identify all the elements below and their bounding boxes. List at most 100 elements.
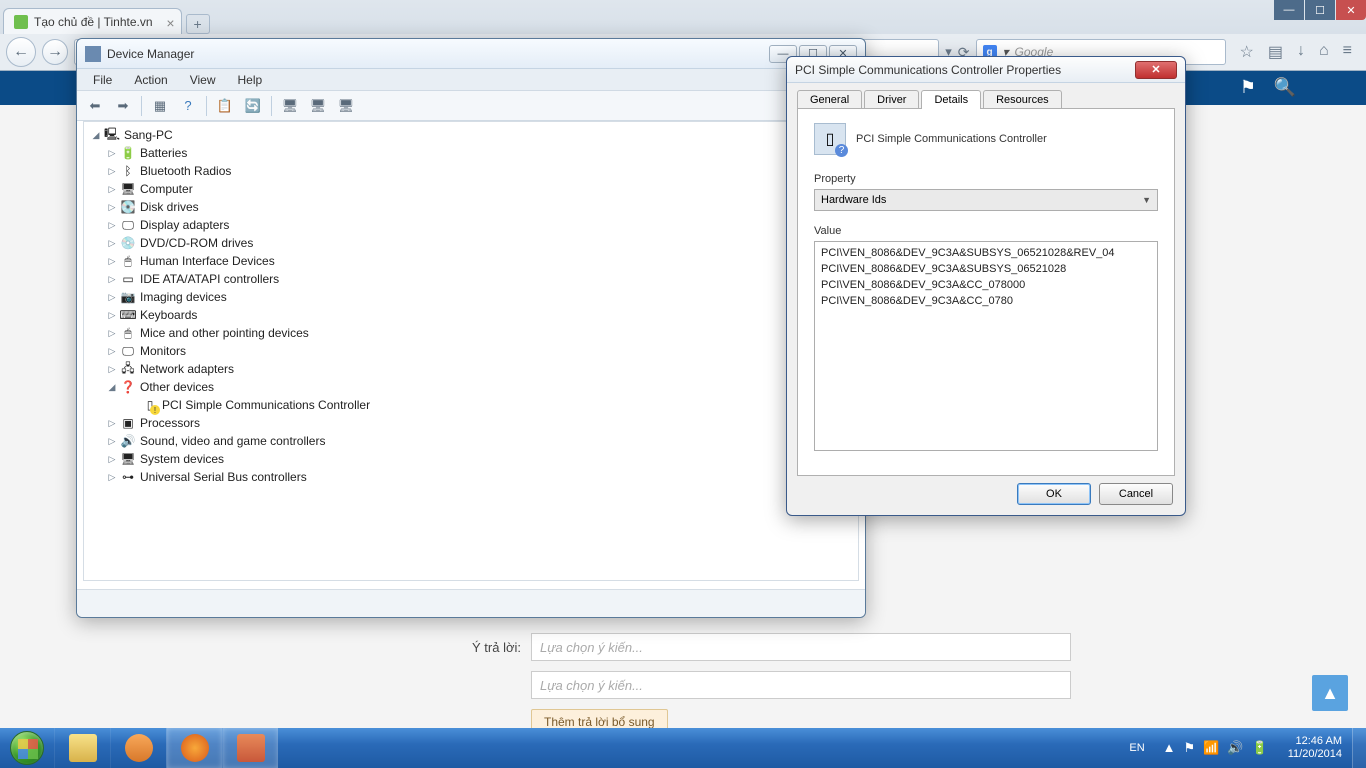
opinion-input-2[interactable]: Lựa chọn ý kiến... <box>531 671 1071 699</box>
menu-file[interactable]: File <box>83 71 122 89</box>
hardware-id-value[interactable]: PCI\VEN_8086&DEV_9C3A&SUBSYS_06521028 <box>821 261 1151 277</box>
language-indicator[interactable]: EN <box>1121 742 1152 754</box>
show-desktop-button[interactable] <box>1352 728 1366 768</box>
tb-uninstall-icon[interactable]: 🖥 <box>308 96 328 116</box>
tray-flag-icon[interactable]: ▲ <box>1163 740 1176 756</box>
tray-network-icon[interactable]: 📶 <box>1203 740 1219 756</box>
search-icon[interactable]: 🔍 <box>1274 77 1296 98</box>
value-listbox[interactable]: PCI\VEN_8086&DEV_9C3A&SUBSYS_06521028&RE… <box>814 241 1158 451</box>
expand-icon[interactable]: ▷ <box>106 219 118 231</box>
tree-device-item[interactable]: ▯!PCI Simple Communications Controller <box>84 396 858 414</box>
expand-icon[interactable]: ◢ <box>106 381 118 393</box>
tree-category[interactable]: ▷🔋Batteries <box>84 144 858 162</box>
expand-icon[interactable]: ▷ <box>106 363 118 375</box>
taskbar-mmc[interactable] <box>222 728 278 768</box>
reader-icon[interactable]: ▤ <box>1268 42 1283 62</box>
system-tray[interactable]: ▲ ⚑ 📶 🔊 🔋 <box>1153 740 1278 756</box>
prop-titlebar[interactable]: PCI Simple Communications Controller Pro… <box>787 57 1185 83</box>
expand-icon[interactable]: ▷ <box>106 147 118 159</box>
tab-close-icon[interactable]: × <box>166 15 174 31</box>
expand-icon[interactable]: ▷ <box>106 255 118 267</box>
expand-icon[interactable]: ▷ <box>106 165 118 177</box>
taskbar-explorer[interactable] <box>54 728 110 768</box>
expand-icon[interactable]: ▷ <box>106 345 118 357</box>
hardware-id-value[interactable]: PCI\VEN_8086&DEV_9C3A&CC_078000 <box>821 277 1151 293</box>
browser-tab[interactable]: Tạo chủ đề | Tinhte.vn × <box>3 8 182 34</box>
device-label: PCI Simple Communications Controller <box>856 133 1047 145</box>
tb-disable-icon[interactable]: 🖥 <box>336 96 356 116</box>
tab-general[interactable]: General <box>797 90 862 109</box>
minimize-button[interactable]: — <box>1274 0 1304 20</box>
property-dropdown[interactable]: Hardware Ids ▼ <box>814 189 1158 211</box>
opinion-input-1[interactable]: Lựa chọn ý kiến... <box>531 633 1071 661</box>
hardware-id-value[interactable]: PCI\VEN_8086&DEV_9C3A&CC_0780 <box>821 293 1151 309</box>
tray-action-icon[interactable]: ⚑ <box>1184 740 1196 756</box>
bookmark-icon[interactable]: ☆ <box>1240 42 1254 62</box>
scroll-top-button[interactable]: ▲ <box>1312 675 1348 711</box>
tb-forward-icon[interactable]: ➡ <box>113 96 133 116</box>
back-button[interactable]: ← <box>6 37 36 67</box>
expand-icon[interactable]: ▷ <box>106 453 118 465</box>
start-button[interactable] <box>0 728 54 768</box>
tray-battery-icon[interactable]: 🔋 <box>1252 740 1268 756</box>
expand-icon[interactable]: ▷ <box>106 435 118 447</box>
tree-category[interactable]: ▷▣Processors <box>84 414 858 432</box>
downloads-icon[interactable]: ↓ <box>1297 42 1305 62</box>
expand-icon[interactable]: ▷ <box>106 183 118 195</box>
tree-category[interactable]: ▷⊶Universal Serial Bus controllers <box>84 468 858 486</box>
expand-icon[interactable]: ▷ <box>106 291 118 303</box>
tab-resources[interactable]: Resources <box>983 90 1062 109</box>
menu-help[interactable]: Help <box>228 71 273 89</box>
tree-category[interactable]: ▷ᛒBluetooth Radios <box>84 162 858 180</box>
tree-category[interactable]: ▷🖵Monitors <box>84 342 858 360</box>
menu-action[interactable]: Action <box>124 71 177 89</box>
maximize-button[interactable]: ☐ <box>1305 0 1335 20</box>
prop-close-button[interactable]: ✕ <box>1135 61 1177 79</box>
tree-category[interactable]: ▷🖧Network adapters <box>84 360 858 378</box>
tree-category[interactable]: ▷💽Disk drives <box>84 198 858 216</box>
expand-icon[interactable]: ▷ <box>106 417 118 429</box>
expand-icon[interactable]: ▷ <box>106 237 118 249</box>
tree-category[interactable]: ▷⌨Keyboards <box>84 306 858 324</box>
cancel-button[interactable]: Cancel <box>1099 483 1173 505</box>
tb-update-driver-icon[interactable]: 🖥 <box>280 96 300 116</box>
expand-icon[interactable]: ▷ <box>106 471 118 483</box>
tree-category[interactable]: ▷🖥System devices <box>84 450 858 468</box>
tree-category[interactable]: ▷▭IDE ATA/ATAPI controllers <box>84 270 858 288</box>
menu-view[interactable]: View <box>180 71 226 89</box>
device-tree[interactable]: ◢ 🖳 Sang-PC ▷🔋Batteries▷ᛒBluetooth Radio… <box>83 121 859 581</box>
tb-back-icon[interactable]: ⬅ <box>85 96 105 116</box>
menu-icon[interactable]: ≡ <box>1343 42 1352 62</box>
home-icon[interactable]: ⌂ <box>1319 42 1329 62</box>
tb-scan-icon[interactable]: 🔄 <box>243 96 263 116</box>
taskbar-wmp[interactable] <box>110 728 166 768</box>
expand-icon[interactable]: ▷ <box>106 273 118 285</box>
expand-icon[interactable]: ▷ <box>106 327 118 339</box>
tab-details[interactable]: Details <box>921 90 981 109</box>
tray-volume-icon[interactable]: 🔊 <box>1227 740 1243 756</box>
tab-driver[interactable]: Driver <box>864 90 919 109</box>
forward-button[interactable]: → <box>42 39 68 65</box>
tree-category[interactable]: ▷🖵Display adapters <box>84 216 858 234</box>
tb-show-hide-icon[interactable]: ▦ <box>150 96 170 116</box>
close-button[interactable]: ✕ <box>1336 0 1366 20</box>
tb-help-icon[interactable]: ? <box>178 96 198 116</box>
tb-properties-icon[interactable]: 📋 <box>215 96 235 116</box>
clock[interactable]: 12:46 AM 11/20/2014 <box>1278 735 1352 761</box>
tree-category[interactable]: ▷💿DVD/CD-ROM drives <box>84 234 858 252</box>
tree-category[interactable]: ▷🖱Human Interface Devices <box>84 252 858 270</box>
tree-category[interactable]: ◢❓Other devices <box>84 378 858 396</box>
tree-category[interactable]: ▷🖥Computer <box>84 180 858 198</box>
taskbar-firefox[interactable] <box>166 728 222 768</box>
tree-category[interactable]: ▷📷Imaging devices <box>84 288 858 306</box>
expand-icon[interactable]: ▷ <box>106 309 118 321</box>
tree-category[interactable]: ▷🔊Sound, video and game controllers <box>84 432 858 450</box>
tree-category[interactable]: ▷🖱Mice and other pointing devices <box>84 324 858 342</box>
dm-titlebar[interactable]: Device Manager — ☐ ✕ <box>77 39 865 69</box>
ok-button[interactable]: OK <box>1017 483 1091 505</box>
expand-icon[interactable]: ▷ <box>106 201 118 213</box>
tree-root[interactable]: ◢ 🖳 Sang-PC <box>84 126 858 144</box>
hardware-id-value[interactable]: PCI\VEN_8086&DEV_9C3A&SUBSYS_06521028&RE… <box>821 245 1151 261</box>
flag-icon[interactable]: ⚑ <box>1240 77 1256 98</box>
new-tab-button[interactable]: + <box>186 14 210 34</box>
